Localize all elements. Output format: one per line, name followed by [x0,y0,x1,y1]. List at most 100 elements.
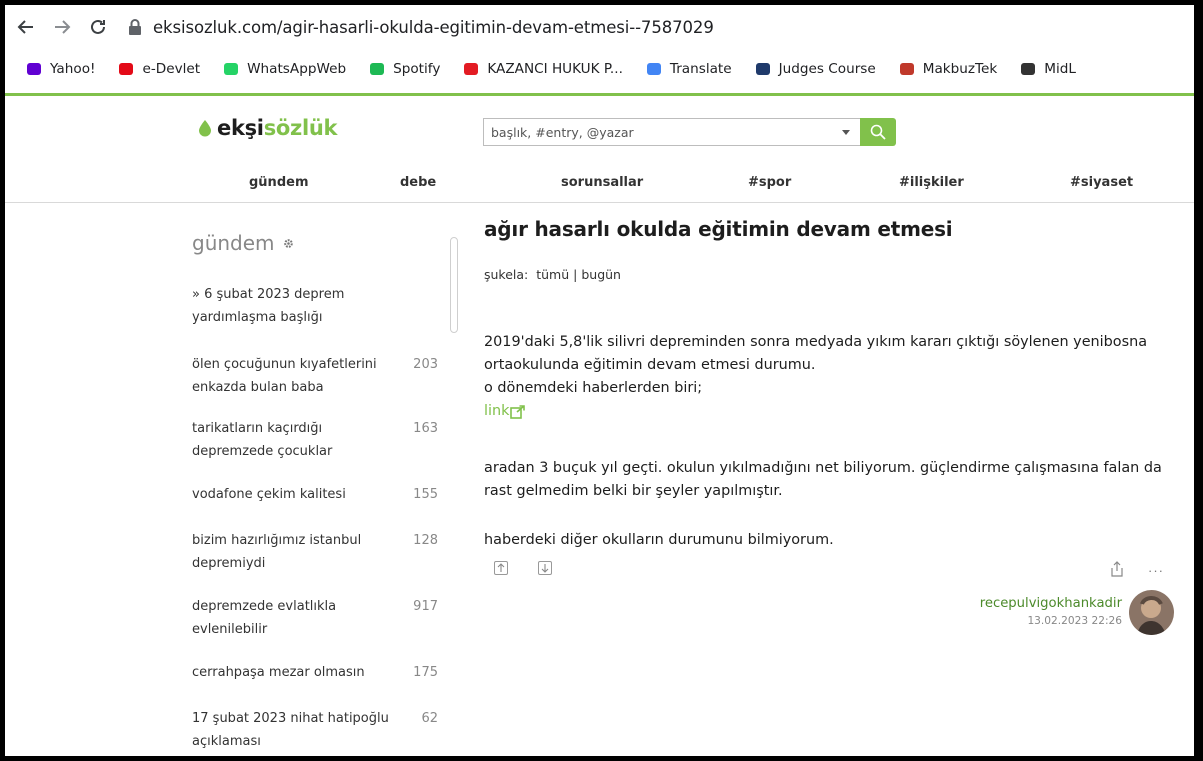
url-text: eksisozluk.com/agir-hasarli-okulda-egiti… [153,17,714,37]
bookmarks-bar: Yahoo! e-Devlet WhatsAppWeb Spotify KAZANCI … [5,49,1194,89]
google-translate-icon [645,60,663,78]
topic-entry-count: 128 [413,533,438,548]
forward-arrow-icon [55,20,71,34]
topic-entry-count: 155 [413,487,438,502]
sidebar-topic[interactable]: bizim hazırlığımız istanbul depremiydi 12… [192,529,442,575]
bookmark-item[interactable]: Judges Course [754,60,876,78]
browser-window: eksisozluk.com/agir-hasarli-okulda-egiti… [5,5,1194,756]
topic-title: bizim hazırlığımız istanbul depremiydi [192,533,362,571]
sidebar-topic[interactable]: vodafone çekim kalitesi 155 [192,483,442,506]
topic-title[interactable]: ağır hasarlı okulda eğitimin devam etmes… [484,217,1174,241]
entry-date[interactable]: 13.02.2023 22:26 [980,615,1122,627]
sukela-separator: | [573,267,578,282]
bookmark-item[interactable]: Spotify [368,60,440,78]
sukela-label: şukela: [484,267,529,282]
reload-button[interactable] [83,12,113,42]
author-link[interactable]: recepulvigokhankadir [980,596,1122,611]
bookmark-label: MakbuzTek [922,61,998,77]
topic-title: vodafone çekim kalitesi [192,487,346,502]
back-button[interactable] [11,12,41,42]
logo-text-sozluk: sözlük [263,116,338,140]
gear-icon[interactable] [283,238,294,249]
entry-paragraph-2: aradan 3 buçuk yıl geçti. okulun yıkılma… [484,457,1174,503]
topic-entry-count: 203 [413,357,438,372]
sidebar-topic[interactable]: cerrahpaşa mezar olmasın 175 [192,661,442,684]
nav-siyaset[interactable]: #siyaset [1070,175,1133,190]
bookmark-item[interactable]: MakbuzTek [898,60,998,78]
logo-text-eksi: ekşi [217,116,264,140]
bookmark-item[interactable]: e-Devlet [117,60,200,78]
entry-line: ortaokulunda eğitimin devam etmesi durum… [484,357,816,373]
external-link-icon [510,404,526,419]
site-header: ekşisözlük gündem debe sorunsallar #spor… [5,96,1194,203]
whatsapp-icon [222,60,240,78]
sidebar-topic[interactable]: 17 şubat 2023 nihat hatipoğlu açıklaması… [192,707,442,753]
entry-paragraph-3: haberdeki diğer okulların durumunu bilmi… [484,529,1174,552]
entry-author-info: recepulvigokhankadir 13.02.2023 22:26 [980,596,1122,627]
drop-logo-icon [199,120,211,137]
search-input[interactable] [491,124,811,140]
sidebar-scrollbar[interactable] [450,237,458,333]
bookmark-label: Judges Course [778,61,876,77]
search-button[interactable] [860,118,896,146]
bookmark-item[interactable]: KAZANCI HUKUK P... [462,60,623,78]
sidebar-topic[interactable]: ölen çocuğunun kıyafetlerini enkazda bul… [192,353,442,399]
e-devlet-icon [117,60,135,78]
entry-line: 2019'daki 5,8'lik silivri depreminden so… [484,334,1148,350]
judges-course-icon [754,60,772,78]
nav-iliskiler[interactable]: #ilişkiler [899,175,964,190]
bookmark-item[interactable]: MidL [1019,60,1076,78]
bookmark-label: WhatsAppWeb [247,61,347,77]
arrow-up-icon [497,563,505,572]
yahoo-mail-icon [25,60,43,78]
entry-paragraph-1: 2019'daki 5,8'lik silivri depreminden so… [484,331,1174,423]
kazanci-icon [462,60,480,78]
search-field [483,118,860,146]
bookmark-label: KAZANCI HUKUK P... [487,61,623,77]
reload-icon [91,19,105,34]
topic-entry-count: 163 [413,421,438,436]
entry-line: o dönemdeki haberlerden biri; [484,380,703,396]
topic-title: depremzede evlatlıkla evlenilebilir [192,599,337,637]
bookmark-label: Spotify [393,61,441,77]
spotify-icon [368,60,386,78]
external-link[interactable]: link [484,400,526,423]
chevron-down-icon[interactable] [842,130,850,135]
topic-title: » 6 şubat 2023 deprem yardımlaşma başlığ… [192,287,345,325]
bookmark-label: e-Devlet [142,61,201,77]
bookmark-item[interactable]: Yahoo! [25,60,95,78]
bookmark-item[interactable]: WhatsAppWeb [222,60,346,78]
more-options-icon[interactable]: ··· [1148,563,1164,578]
sidebar-title-text: gündem [192,231,275,255]
nav-spor[interactable]: #spor [748,175,791,190]
sidebar-gundem: gündem » 6 şubat 2023 deprem yardımlaşma… [192,231,458,749]
sidebar-topic[interactable]: tarikatların kaçırdığı depremzede çocukl… [192,417,442,463]
midl-icon [1019,60,1037,78]
sukela-all-link[interactable]: tümü [536,267,569,282]
lock-icon [129,19,141,35]
forward-button[interactable] [47,12,77,42]
nav-sorunsallar[interactable]: sorunsallar [561,175,643,190]
sukela-today-link[interactable]: bugün [581,267,621,282]
downvote-button[interactable] [538,561,552,575]
address-bar-row: eksisozluk.com/agir-hasarli-okulda-egiti… [5,5,1194,49]
site-logo[interactable]: ekşi sözlük [198,116,337,140]
omnibox[interactable]: eksisozluk.com/agir-hasarli-okulda-egiti… [127,11,714,43]
topic-title: tarikatların kaçırdığı depremzede çocukl… [192,421,333,459]
nav-debe[interactable]: debe [400,175,436,190]
bookmark-label: Yahoo! [50,61,96,77]
entry-line: haberdeki diğer okulların durumunu bilmi… [484,532,834,548]
nav-gundem[interactable]: gündem [249,175,308,190]
external-link-text: link [484,403,510,419]
entry-line: rast gelmedim belki bir şeyler yapılmışt… [484,483,783,499]
topic-title: cerrahpaşa mezar olmasın [192,665,365,680]
share-icon[interactable] [1110,561,1124,577]
sidebar-topic[interactable]: depremzede evlatlıkla evlenilebilir 917 [192,595,442,641]
topic-entry-count: 175 [413,665,438,680]
entry-panel: ağır hasarlı okulda eğitimin devam etmes… [484,217,1174,635]
bookmark-item[interactable]: Translate [645,60,732,78]
sidebar-topic[interactable]: » 6 şubat 2023 deprem yardımlaşma başlığ… [192,283,442,329]
arrow-down-icon [541,564,549,573]
upvote-button[interactable] [494,561,508,575]
avatar[interactable] [1129,590,1174,635]
